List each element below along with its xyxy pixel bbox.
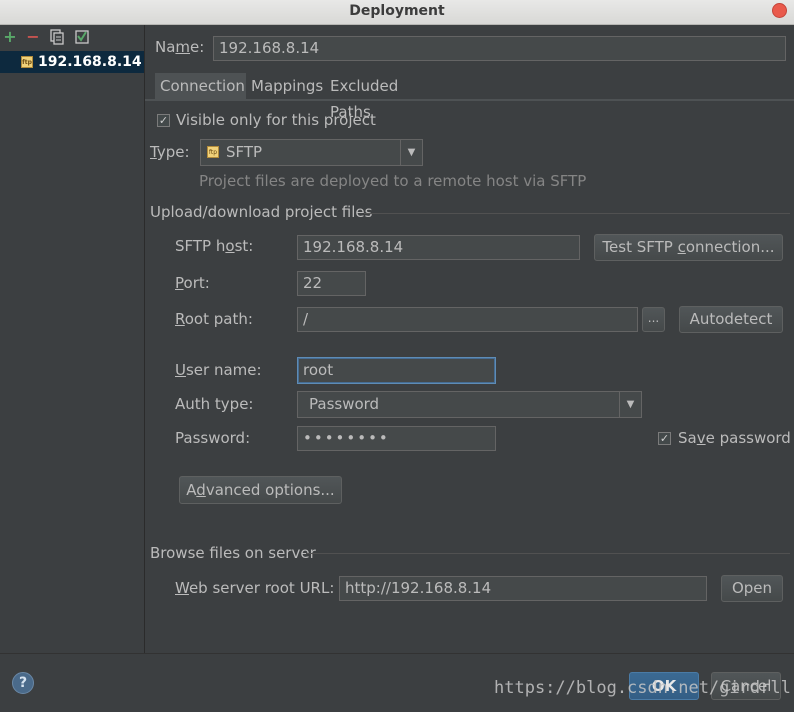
sftp-type-icon: ftp [207, 146, 219, 158]
test-button-mnemonic: c [677, 238, 686, 256]
tab-divider [145, 99, 794, 101]
save-password-checkbox[interactable]: ✓ [658, 432, 671, 445]
port-label-mnemonic: P [175, 274, 184, 292]
watermark-text: https://blog.csdn.net/girdrll [494, 678, 791, 698]
user-name-label-text: ser name: [185, 361, 262, 379]
web-root-label-mnemonic: W [175, 579, 189, 597]
sftp-host-field[interactable]: 192.168.8.14 [297, 235, 580, 260]
open-button[interactable]: Open [721, 575, 783, 602]
type-label-text: ype: [156, 143, 190, 161]
plus-icon[interactable]: + [2, 29, 18, 45]
sftp-host-label-mnemonic: o [225, 237, 235, 255]
type-combobox[interactable]: ftp SFTP ▼ [200, 139, 423, 166]
root-path-field[interactable]: / [297, 307, 638, 332]
name-label-text: Na [155, 38, 176, 56]
port-label: Port: [175, 274, 210, 292]
auth-type-combobox[interactable]: Password ▼ [297, 391, 642, 418]
save-password-text: Sa [678, 429, 697, 447]
name-field[interactable]: 192.168.8.14 [213, 36, 786, 61]
web-root-url-field[interactable]: http://192.168.8.14 [339, 576, 707, 601]
sftp-host-label-text-end: st: [234, 237, 254, 255]
server-item-label: 192.168.8.14 [38, 54, 142, 70]
port-label-text: ort: [183, 274, 210, 292]
type-value: SFTP [226, 143, 263, 161]
user-name-label-mnemonic: U [175, 361, 186, 379]
browse-section-divider [306, 553, 790, 554]
root-path-label-text: oot path: [184, 310, 253, 328]
chevron-down-icon: ▼ [400, 140, 422, 165]
save-password-mnemonic: v [696, 429, 706, 447]
upload-section-title: Upload/download project files [150, 203, 373, 221]
chevron-down-icon: ▼ [619, 392, 641, 417]
advanced-button-text-end: vanced options... [205, 481, 335, 499]
type-description: Project files are deployed to a remote h… [199, 172, 587, 190]
root-path-label: Root path: [175, 310, 253, 328]
window-title: Deployment [349, 3, 445, 19]
browse-section-title: Browse files on server [150, 544, 316, 562]
visible-only-checkbox[interactable]: ✓ [157, 114, 170, 127]
sftp-icon: ftp [21, 56, 33, 68]
autodetect-button[interactable]: Autodetect [679, 306, 783, 333]
password-label: Password: [175, 429, 251, 447]
set-default-icon[interactable] [74, 29, 90, 45]
title-bar: Deployment [0, 0, 794, 25]
copy-icon[interactable] [49, 29, 65, 45]
auth-type-value: Password [309, 395, 380, 413]
auth-type-label: Auth type: [175, 395, 254, 413]
server-list-pane: + − ftp 192.168.8.14 [0, 25, 145, 653]
upload-section-divider [364, 213, 790, 214]
save-password-text-end: e password [705, 429, 791, 447]
password-field[interactable]: •••••••• [297, 426, 496, 451]
tab-connection[interactable]: Connection [155, 73, 246, 99]
root-path-label-mnemonic: R [175, 310, 185, 328]
web-root-label: Web server root URL: [175, 579, 334, 597]
sftp-host-label-text: SFTP h [175, 237, 226, 255]
port-field[interactable]: 22 [297, 271, 366, 296]
user-name-label: User name: [175, 361, 262, 379]
server-list-item[interactable]: ftp 192.168.8.14 [0, 51, 144, 73]
help-icon[interactable]: ? [12, 672, 34, 694]
name-label-mnemonic: m [175, 38, 191, 56]
save-password-label: Save password [678, 429, 791, 447]
advanced-button-text: A [186, 481, 197, 499]
visible-only-label: Visible only for this project [176, 111, 376, 129]
tab-mappings[interactable]: Mappings [246, 73, 325, 99]
test-button-text-end: onnection... [685, 238, 775, 256]
sftp-host-label: SFTP host: [175, 237, 253, 255]
name-label-text-end: e: [190, 38, 205, 56]
test-button-text: Test SFTP [602, 238, 678, 256]
user-name-field[interactable]: root [297, 357, 496, 384]
web-root-label-text: eb server root URL: [188, 579, 335, 597]
advanced-button-mnemonic: d [196, 481, 206, 499]
type-label-mnemonic: T [150, 143, 157, 161]
tab-excluded-paths[interactable]: Excluded Paths [325, 73, 443, 121]
advanced-options-button[interactable]: Advanced options... [179, 476, 342, 504]
name-label: Name: [155, 38, 204, 56]
test-connection-button[interactable]: Test SFTP connection... [594, 234, 783, 261]
minus-icon[interactable]: − [25, 29, 41, 45]
browse-button[interactable]: ... [642, 307, 665, 332]
close-window-button[interactable] [772, 3, 787, 18]
type-label: Type: [150, 143, 190, 161]
